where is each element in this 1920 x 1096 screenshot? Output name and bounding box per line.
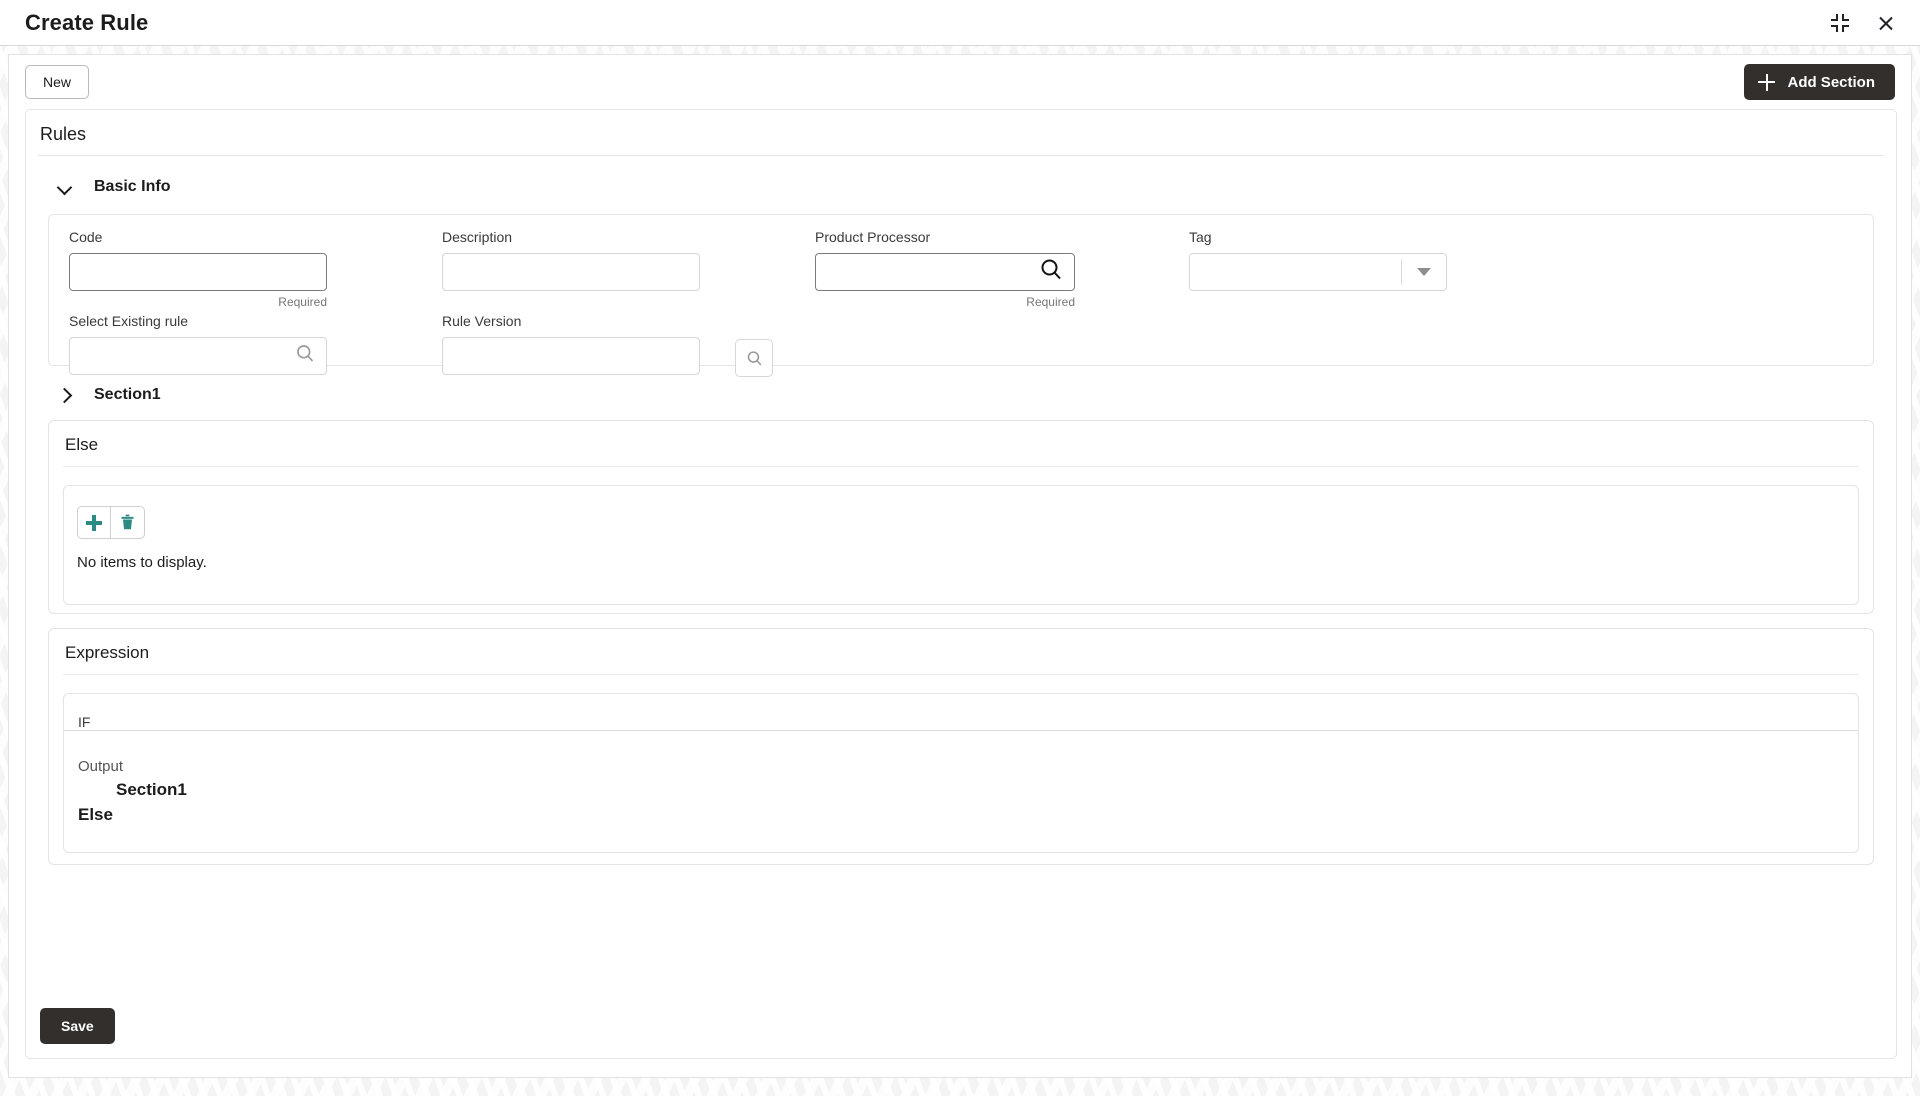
output-block: Output Section1 Else xyxy=(64,746,1858,825)
description-input[interactable] xyxy=(442,253,700,291)
else-card-title: Else xyxy=(65,435,99,454)
dialog-footer: Save xyxy=(40,1008,1896,1044)
close-icon xyxy=(1876,13,1896,33)
expression-card-title: Expression xyxy=(65,643,150,662)
rules-header: Rules xyxy=(26,110,1896,155)
code-input[interactable] xyxy=(69,253,327,291)
description-label: Description xyxy=(442,229,513,245)
rule-version-search-button[interactable] xyxy=(735,339,773,377)
product-processor-input[interactable] xyxy=(815,253,1075,291)
overlay-seam xyxy=(64,730,1858,731)
expression-card-divider xyxy=(63,674,1859,675)
output-else-label: Else xyxy=(78,805,113,824)
window-controls xyxy=(1826,9,1900,37)
minimize-button[interactable] xyxy=(1826,9,1854,37)
select-existing-rule-input[interactable] xyxy=(69,337,327,375)
search-icon xyxy=(747,350,761,365)
add-item-button[interactable] xyxy=(77,506,111,539)
field-version-search xyxy=(735,313,773,377)
save-button[interactable]: Save xyxy=(40,1008,115,1044)
expression-card-body: IF Output Section1 Else xyxy=(63,693,1859,853)
rules-title: Rules xyxy=(40,124,87,144)
output-section-name: Section1 xyxy=(116,780,187,799)
chevron-down-icon xyxy=(1402,268,1446,276)
product-processor-required-helper: Required xyxy=(1026,295,1075,309)
plus-icon xyxy=(86,515,102,531)
tag-select[interactable] xyxy=(1189,253,1447,291)
field-product-processor: Product Processor Required xyxy=(815,229,1075,309)
add-section-button[interactable]: Add Section xyxy=(1744,64,1895,100)
else-empty-message: No items to display. xyxy=(77,554,207,571)
window-title-bar: Create Rule xyxy=(0,0,1920,46)
chevron-down-icon xyxy=(58,180,73,195)
chevron-right-icon xyxy=(58,388,73,403)
else-action-button-group xyxy=(77,506,145,539)
create-rule-dialog: New Add Section Rules Basic Info Code Re… xyxy=(8,54,1912,1078)
close-button[interactable] xyxy=(1872,9,1900,37)
field-select-existing-rule: Select Existing rule xyxy=(69,313,327,377)
field-code: Code Required xyxy=(69,229,327,309)
else-card-body: No items to display. xyxy=(63,485,1859,605)
accordion-basic-info[interactable]: Basic Info xyxy=(26,156,1896,214)
rules-panel: Rules Basic Info Code Required Descripti… xyxy=(25,109,1897,1059)
output-label: Output xyxy=(78,758,124,775)
rule-version-label: Rule Version xyxy=(442,313,522,329)
new-button[interactable]: New xyxy=(25,65,90,99)
field-rule-version: Rule Version xyxy=(442,313,700,377)
else-card-divider xyxy=(63,466,1859,467)
select-existing-rule-label: Select Existing rule xyxy=(69,313,189,329)
plus-icon xyxy=(1758,74,1775,91)
page-title: Create Rule xyxy=(25,9,149,35)
else-card: Else No items to display. xyxy=(48,420,1874,614)
accordion-basic-info-label: Basic Info xyxy=(94,178,171,195)
field-tag: Tag xyxy=(1189,229,1447,309)
minimize-icon xyxy=(1831,13,1849,32)
basic-info-row-2: Select Existing rule Rule Version xyxy=(69,313,1853,377)
product-processor-label: Product Processor xyxy=(815,229,931,245)
basic-info-row-1: Code Required Description Product Proces… xyxy=(69,229,1853,309)
tag-select-wrap[interactable] xyxy=(1189,253,1447,291)
product-processor-search-wrap xyxy=(815,253,1075,291)
rule-version-input[interactable] xyxy=(442,337,700,375)
expression-card: Expression IF Output Section1 Else xyxy=(48,628,1874,865)
field-description: Description xyxy=(442,229,700,309)
basic-info-card: Code Required Description Product Proces… xyxy=(48,214,1874,377)
add-section-label: Add Section xyxy=(1787,73,1875,91)
select-existing-rule-search-wrap xyxy=(69,337,327,375)
dialog-toolbar: New Add Section xyxy=(9,55,1911,109)
expression-if-label: IF xyxy=(78,714,91,730)
tag-label: Tag xyxy=(1189,229,1212,245)
trash-icon xyxy=(121,514,134,530)
accordion-section1-label: Section1 xyxy=(94,386,161,403)
code-label: Code xyxy=(69,229,103,245)
code-required-helper: Required xyxy=(278,295,327,309)
delete-item-button[interactable] xyxy=(111,506,145,539)
